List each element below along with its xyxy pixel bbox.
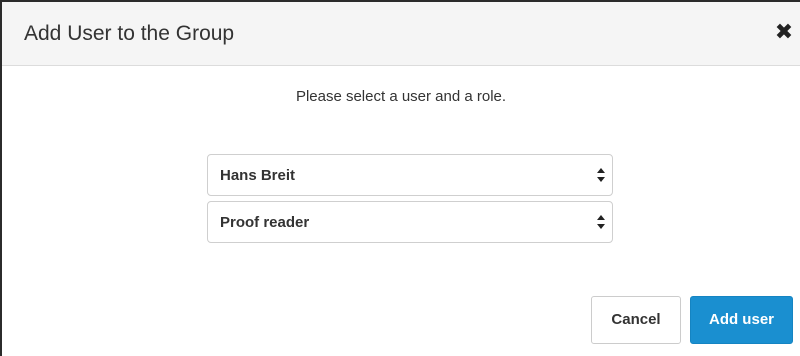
close-icon[interactable]: ✖: [772, 18, 796, 46]
user-select[interactable]: Hans Breit: [207, 154, 613, 196]
dialog-prompt: Please select a user and a role.: [295, 88, 507, 105]
select-arrows-icon: [597, 215, 605, 229]
cancel-button[interactable]: Cancel: [591, 296, 681, 344]
add-user-dialog: Add User to the Group ✖ Please select a …: [0, 0, 800, 356]
user-select-value: Hans Breit: [220, 167, 296, 184]
role-select-value: Proof reader: [220, 214, 310, 231]
dialog-title: Add User to the Group: [24, 22, 235, 45]
role-select[interactable]: Proof reader: [207, 201, 613, 243]
select-arrows-icon: [597, 168, 605, 182]
add-user-button[interactable]: Add user: [690, 296, 793, 344]
dialog-header: Add User to the Group ✖: [2, 2, 800, 66]
